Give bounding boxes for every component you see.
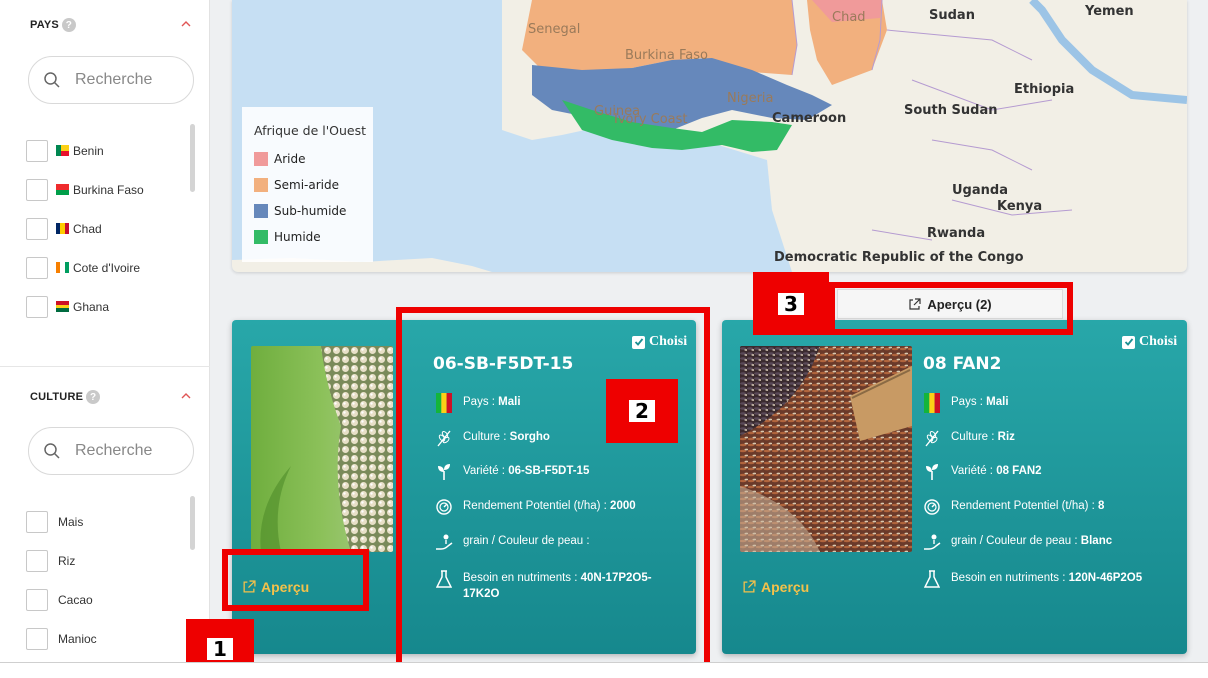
checkbox[interactable]	[26, 549, 48, 572]
attr-besoin: Besoin en nutriments : 120N-46P2O5	[923, 570, 1173, 588]
legend-item: Semi-aride	[254, 172, 373, 198]
scrollbar[interactable]	[190, 496, 195, 550]
gauge-icon	[923, 498, 941, 516]
map-label: Democratic Republic of the Congo	[774, 250, 1024, 265]
sprout-icon	[923, 463, 941, 481]
checkbox[interactable]	[26, 295, 48, 318]
annotation-box	[222, 549, 369, 611]
checkbox[interactable]	[26, 178, 48, 201]
legend-item: Aride	[254, 146, 373, 172]
benin-flag-icon	[56, 145, 69, 156]
map-label: Chad	[832, 10, 866, 25]
annotation-label: 3	[753, 272, 829, 335]
attr-rendement: Rendement Potentiel (t/ha) : 8	[923, 498, 1173, 516]
legend-item: Humide	[254, 224, 373, 250]
checkbox-checked-icon	[1122, 335, 1135, 349]
attr-culture: Culture : Riz	[923, 429, 1173, 447]
annotation-label: 2	[606, 379, 678, 443]
map-label: Cameroon	[772, 111, 847, 126]
map-label: Rwanda	[927, 226, 986, 241]
map-label: Kenya	[997, 199, 1043, 214]
culture-heading: CULTURE ?	[30, 390, 101, 404]
list-item[interactable]: Cacao	[26, 580, 176, 619]
help-icon[interactable]: ?	[86, 390, 101, 404]
burkina-flag-icon	[56, 184, 69, 195]
external-link-icon	[743, 580, 756, 593]
list-item[interactable]: Burkina Faso	[26, 170, 176, 209]
culture-search-input[interactable]: Recherche	[28, 427, 194, 475]
checkbox[interactable]	[26, 627, 48, 650]
list-item[interactable]: Riz	[26, 541, 176, 580]
climate-map[interactable]: Senegal Burkina Faso Chad Sudan Yemen Gu…	[232, 0, 1187, 272]
chevron-up-icon[interactable]	[180, 18, 192, 30]
scrollbar[interactable]	[190, 124, 195, 192]
attr-couleur: grain / Couleur de peau : Blanc	[923, 533, 1173, 551]
ivory-coast-flag-icon	[56, 262, 69, 273]
divider	[0, 366, 210, 367]
preview-button[interactable]: Aperçu	[742, 579, 809, 595]
filter-sidebar: PAYS ? Recherche Benin Burkina Faso Chad	[0, 0, 210, 662]
annotation-box	[829, 282, 1073, 335]
map-label: South Sudan	[904, 103, 998, 118]
annotation-box	[396, 307, 710, 678]
pays-list: Benin Burkina Faso Chad Cote d'Ivoire Gh	[26, 131, 176, 326]
map-canvas	[232, 0, 1187, 272]
ghana-flag-icon	[56, 301, 69, 313]
help-icon[interactable]: ?	[61, 18, 76, 32]
search-icon	[44, 72, 60, 88]
flask-icon	[923, 570, 941, 588]
checkbox[interactable]	[26, 256, 48, 279]
map-label: Uganda	[952, 183, 1008, 198]
attr-variete: Variété : 08 FAN2	[923, 463, 1173, 481]
map-label: Sudan	[929, 8, 975, 23]
variety-title: 08 FAN2	[923, 354, 1002, 374]
checkbox[interactable]	[26, 217, 48, 240]
map-label: Ivory Coast	[614, 112, 688, 127]
map-label: Burkina Faso	[625, 48, 708, 63]
hand-seed-icon	[923, 533, 941, 551]
list-item[interactable]: Chad	[26, 209, 176, 248]
map-label: Ethiopia	[1014, 82, 1075, 97]
map-label: Senegal	[528, 22, 581, 37]
map-legend: Afrique de l'Ouest Aride Semi-aride Sub-…	[242, 107, 373, 262]
wheat-icon	[923, 429, 941, 447]
pays-search-input[interactable]: Recherche	[28, 56, 194, 104]
checkbox[interactable]	[26, 510, 48, 533]
pays-heading: PAYS ?	[30, 18, 76, 32]
selected-badge[interactable]: Choisi	[1122, 334, 1177, 350]
checkbox[interactable]	[26, 588, 48, 611]
status-bar	[0, 662, 1208, 678]
legend-item: Sub-humide	[254, 198, 373, 224]
mali-flag-icon	[923, 393, 941, 413]
checkbox[interactable]	[26, 139, 48, 162]
list-item[interactable]: Cote d'Ivoire	[26, 248, 176, 287]
list-item[interactable]: Manioc	[26, 619, 176, 658]
list-item[interactable]: Mais	[26, 502, 176, 541]
list-item[interactable]: Ghana	[26, 287, 176, 326]
sorghum-image	[251, 346, 393, 552]
app-root: PAYS ? Recherche Benin Burkina Faso Chad	[0, 0, 1208, 678]
chevron-up-icon[interactable]	[180, 390, 192, 402]
attr-pays: Pays : Mali	[923, 393, 1173, 413]
rice-image	[740, 346, 912, 552]
culture-list: Mais Riz Cacao Manioc	[26, 502, 176, 658]
map-label: Yemen	[1085, 4, 1134, 19]
search-icon	[44, 443, 60, 459]
variety-card: 08 FAN2 Choisi Pays : Mali Culture : Riz…	[722, 320, 1187, 654]
chad-flag-icon	[56, 223, 69, 234]
map-label: Nigeria	[727, 91, 774, 106]
list-item[interactable]: Benin	[26, 131, 176, 170]
